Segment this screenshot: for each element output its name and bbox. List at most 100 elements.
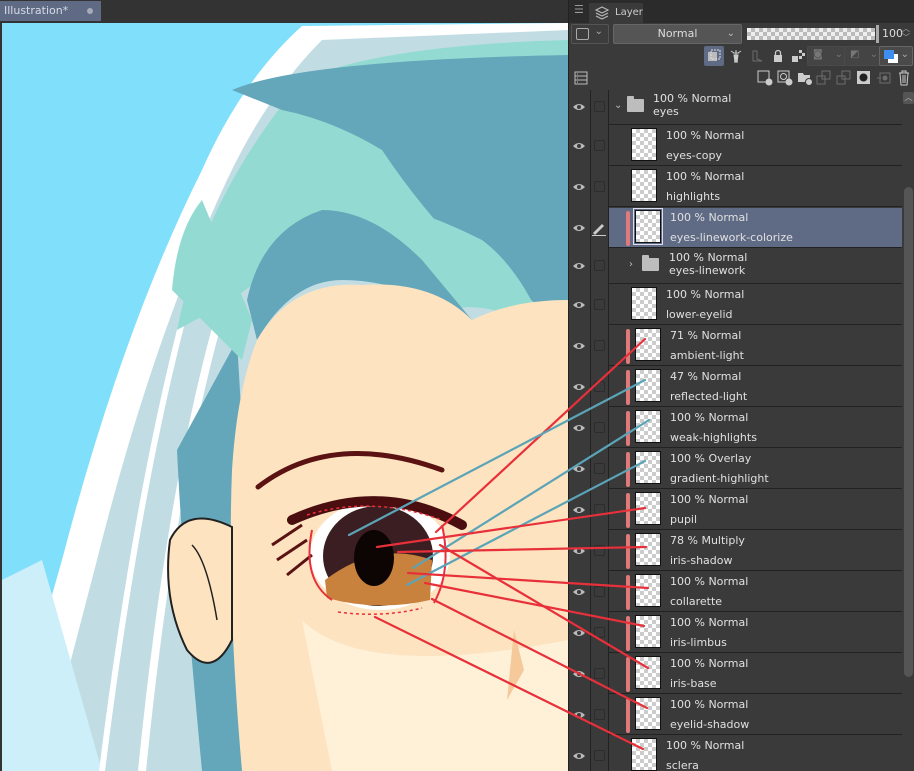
transfer-to-lower-layer-icon[interactable] — [814, 68, 834, 88]
layer-list-scrollbar[interactable]: ︿ — [902, 90, 914, 771]
visibility-eye-icon[interactable] — [572, 261, 586, 271]
visibility-eye-icon[interactable] — [572, 587, 586, 597]
apply-mask-icon[interactable] — [874, 68, 894, 88]
visibility-eye-icon[interactable] — [572, 710, 586, 720]
layer-thumbnail[interactable] — [635, 574, 661, 607]
ruler-dropdown[interactable]: ◩ ⌄ — [844, 46, 884, 66]
visibility-eye-icon[interactable] — [572, 182, 586, 192]
layer-name[interactable]: pupil — [670, 513, 697, 526]
scrollbar-thumb[interactable] — [904, 187, 913, 677]
layer-body[interactable]: ⌄ 100 % Normal eyes — [609, 90, 902, 125]
layer-row-eyes-copy[interactable]: 100 % Normal eyes-copy — [569, 126, 902, 167]
layer-name[interactable]: weak-highlights — [670, 431, 757, 444]
visibility-eye-icon[interactable] — [572, 102, 586, 112]
layer-thumbnail[interactable] — [635, 697, 661, 730]
layer-name[interactable]: gradient-highlight — [670, 472, 769, 485]
layer-row-eyes-linework[interactable]: › 100 % Normal eyes-linework — [569, 249, 902, 285]
layer-row-lower-eyelid[interactable]: 100 % Normal lower-eyelid — [569, 285, 902, 326]
tab-layer[interactable]: Layer — [589, 3, 643, 23]
layer-row-eyelid-shadow[interactable]: 100 % Normal eyelid-shadow — [569, 695, 902, 736]
new-vector-layer-icon[interactable] — [775, 68, 795, 88]
layer-thumbnail[interactable] — [635, 615, 661, 648]
canvas-area[interactable]: Illustration* — [0, 0, 568, 771]
layer-name[interactable]: ambient-light — [670, 349, 744, 362]
layer-name[interactable]: reflected-light — [670, 390, 747, 403]
close-tab-icon[interactable] — [87, 8, 93, 14]
layer-thumbnail[interactable] — [633, 208, 663, 245]
new-folder-icon[interactable] — [795, 68, 815, 88]
combine-with-layer-below-icon[interactable] — [834, 68, 854, 88]
layer-name[interactable]: collarette — [670, 595, 722, 608]
visibility-eye-icon[interactable] — [572, 628, 586, 638]
visibility-eye-icon[interactable] — [572, 464, 586, 474]
layer-color-dropdown[interactable]: ⌄ — [879, 46, 913, 66]
layer-row-sclera[interactable]: 100 % Normal sclera — [569, 736, 902, 771]
layer-thumbnail[interactable] — [635, 410, 661, 443]
layer-row-iris-limbus[interactable]: 100 % Normal iris-limbus — [569, 613, 902, 654]
lock-checkbox[interactable] — [594, 339, 605, 351]
lock-checkbox[interactable] — [594, 503, 605, 515]
layer-body[interactable]: 78 % Multiply iris-shadow — [609, 531, 902, 571]
layer-thumbnail[interactable] — [635, 369, 661, 402]
opacity-slider[interactable] — [747, 28, 875, 40]
layer-thumbnail[interactable] — [635, 451, 661, 484]
blend-mode-select[interactable]: Normal ⌄ — [613, 24, 742, 44]
layer-name[interactable]: eyes-copy — [666, 149, 722, 162]
delete-layer-icon[interactable] — [894, 68, 914, 88]
layer-row-eyes-linework-colorize[interactable]: 100 % Normal eyes-linework-colorize — [569, 208, 902, 249]
lock-checkbox[interactable] — [594, 101, 605, 112]
layer-row-weak-highlights[interactable]: 100 % Normal weak-highlights — [569, 408, 902, 449]
layer-body[interactable]: 100 % Normal iris-limbus — [609, 613, 902, 653]
reference-layer-icon[interactable] — [726, 46, 746, 66]
visibility-eye-icon[interactable] — [572, 141, 586, 151]
opacity-spinner[interactable]: ︿ ﹀ — [902, 24, 910, 42]
layer-body[interactable]: 100 % Normal eyes-copy — [609, 126, 902, 166]
layer-name[interactable]: sclera — [666, 759, 699, 771]
layer-thumbnail[interactable] — [631, 738, 657, 771]
lock-checkbox[interactable] — [594, 708, 605, 720]
visibility-eye-icon[interactable] — [572, 751, 586, 761]
layer-body[interactable]: 100 % Normal iris-base — [609, 654, 902, 694]
lock-checkbox[interactable] — [594, 749, 605, 761]
layer-body[interactable]: 100 % Normal weak-highlights — [609, 408, 902, 448]
visibility-eye-icon[interactable] — [572, 423, 586, 433]
layer-body[interactable]: 100 % Overlay gradient-highlight — [609, 449, 902, 489]
lock-checkbox[interactable] — [594, 585, 605, 597]
layer-row-reflected-light[interactable]: 47 % Normal reflected-light — [569, 367, 902, 408]
layer-row-collarette[interactable]: 100 % Normal collarette — [569, 572, 902, 613]
visibility-eye-icon[interactable] — [572, 505, 586, 515]
layer-name[interactable]: eyes-linework-colorize — [670, 231, 793, 244]
layer-thumbnail[interactable] — [635, 328, 661, 361]
layer-thumbnail[interactable] — [631, 287, 657, 320]
layer-body[interactable]: 71 % Normal ambient-light — [609, 326, 902, 366]
lock-checkbox[interactable] — [594, 421, 605, 433]
layer-name[interactable]: highlights — [666, 190, 720, 203]
layer-color-button[interactable]: ⌄ — [571, 24, 609, 44]
layer-name[interactable]: lower-eyelid — [666, 308, 732, 321]
chevron-right-icon[interactable]: › — [629, 259, 633, 270]
layer-thumbnail[interactable] — [635, 492, 661, 525]
lock-checkbox[interactable] — [594, 544, 605, 556]
visibility-eye-icon[interactable] — [572, 382, 586, 392]
layer-body[interactable]: 100 % Normal lower-eyelid — [609, 285, 902, 325]
layer-name[interactable]: eyes — [653, 105, 679, 118]
layer-body[interactable]: 100 % Normal eyes-linework-colorize — [609, 208, 902, 248]
scroll-up-button[interactable]: ︿ — [903, 92, 914, 104]
layer-body[interactable]: › 100 % Normal eyes-linework — [609, 249, 902, 284]
lock-checkbox[interactable] — [594, 380, 605, 392]
clip-to-layer-below-icon[interactable] — [704, 46, 724, 66]
layer-thumbnail[interactable] — [631, 169, 657, 202]
layer-row-iris-base[interactable]: 100 % Normal iris-base — [569, 654, 902, 695]
opacity-slider-handle[interactable] — [876, 25, 879, 43]
layer-body[interactable]: 100 % Normal sclera — [609, 736, 902, 771]
layer-row-highlights[interactable]: 100 % Normal highlights — [569, 167, 902, 208]
lock-layer-icon[interactable] — [768, 46, 788, 66]
enable-mask-dropdown[interactable]: ◙ ⌄ — [807, 46, 849, 66]
layer-thumbnail[interactable] — [635, 656, 661, 689]
illustration-canvas[interactable] — [2, 23, 568, 771]
layer-name[interactable]: eyelid-shadow — [670, 718, 749, 731]
layer-name[interactable]: iris-base — [670, 677, 717, 690]
layer-row-iris-shadow[interactable]: 78 % Multiply iris-shadow — [569, 531, 902, 572]
layer-thumbnail[interactable] — [635, 533, 661, 566]
lock-checkbox[interactable] — [594, 139, 605, 151]
